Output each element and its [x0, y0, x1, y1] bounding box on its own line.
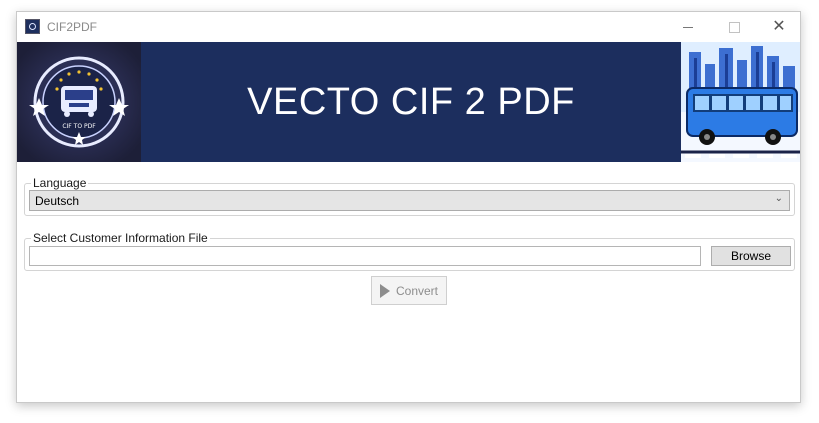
language-select[interactable]: Deutsch ⌄ — [29, 190, 790, 211]
maximize-button[interactable] — [711, 12, 757, 42]
language-label: Language — [31, 176, 89, 190]
convert-button[interactable]: Convert — [371, 276, 447, 305]
maximize-icon — [728, 21, 740, 33]
file-group: Select Customer Information File Browse — [24, 231, 795, 271]
file-label: Select Customer Information File — [31, 231, 210, 245]
file-path-input[interactable] — [29, 246, 701, 266]
language-group: Language Deutsch ⌄ — [24, 176, 795, 216]
header-banner: CIF TO PDF VECTO CIF 2 PDF — [17, 42, 800, 162]
play-icon — [379, 283, 390, 298]
cif-logo: CIF TO PDF — [17, 42, 141, 162]
close-icon: ✕ — [772, 18, 786, 35]
language-selected-value: Deutsch — [35, 194, 80, 208]
browse-button[interactable]: Browse — [711, 246, 791, 266]
logo-text: CIF TO PDF — [62, 123, 96, 130]
minimize-icon — [683, 26, 693, 28]
app-icon — [25, 19, 40, 34]
close-button[interactable]: ✕ — [756, 12, 800, 42]
window-title: CIF2PDF — [47, 20, 98, 34]
chevron-down-icon: ⌄ — [774, 193, 783, 204]
title-bar[interactable]: CIF2PDF ✕ — [17, 12, 800, 42]
convert-label: Convert — [395, 283, 439, 298]
app-window: CIF2PDF ✕ CIF TO PDF VECTO CIF 2 PDF Lan… — [16, 11, 801, 403]
banner-title: VECTO CIF 2 PDF — [247, 80, 575, 123]
bus-illustration — [681, 42, 800, 162]
minimize-button[interactable] — [665, 12, 711, 42]
